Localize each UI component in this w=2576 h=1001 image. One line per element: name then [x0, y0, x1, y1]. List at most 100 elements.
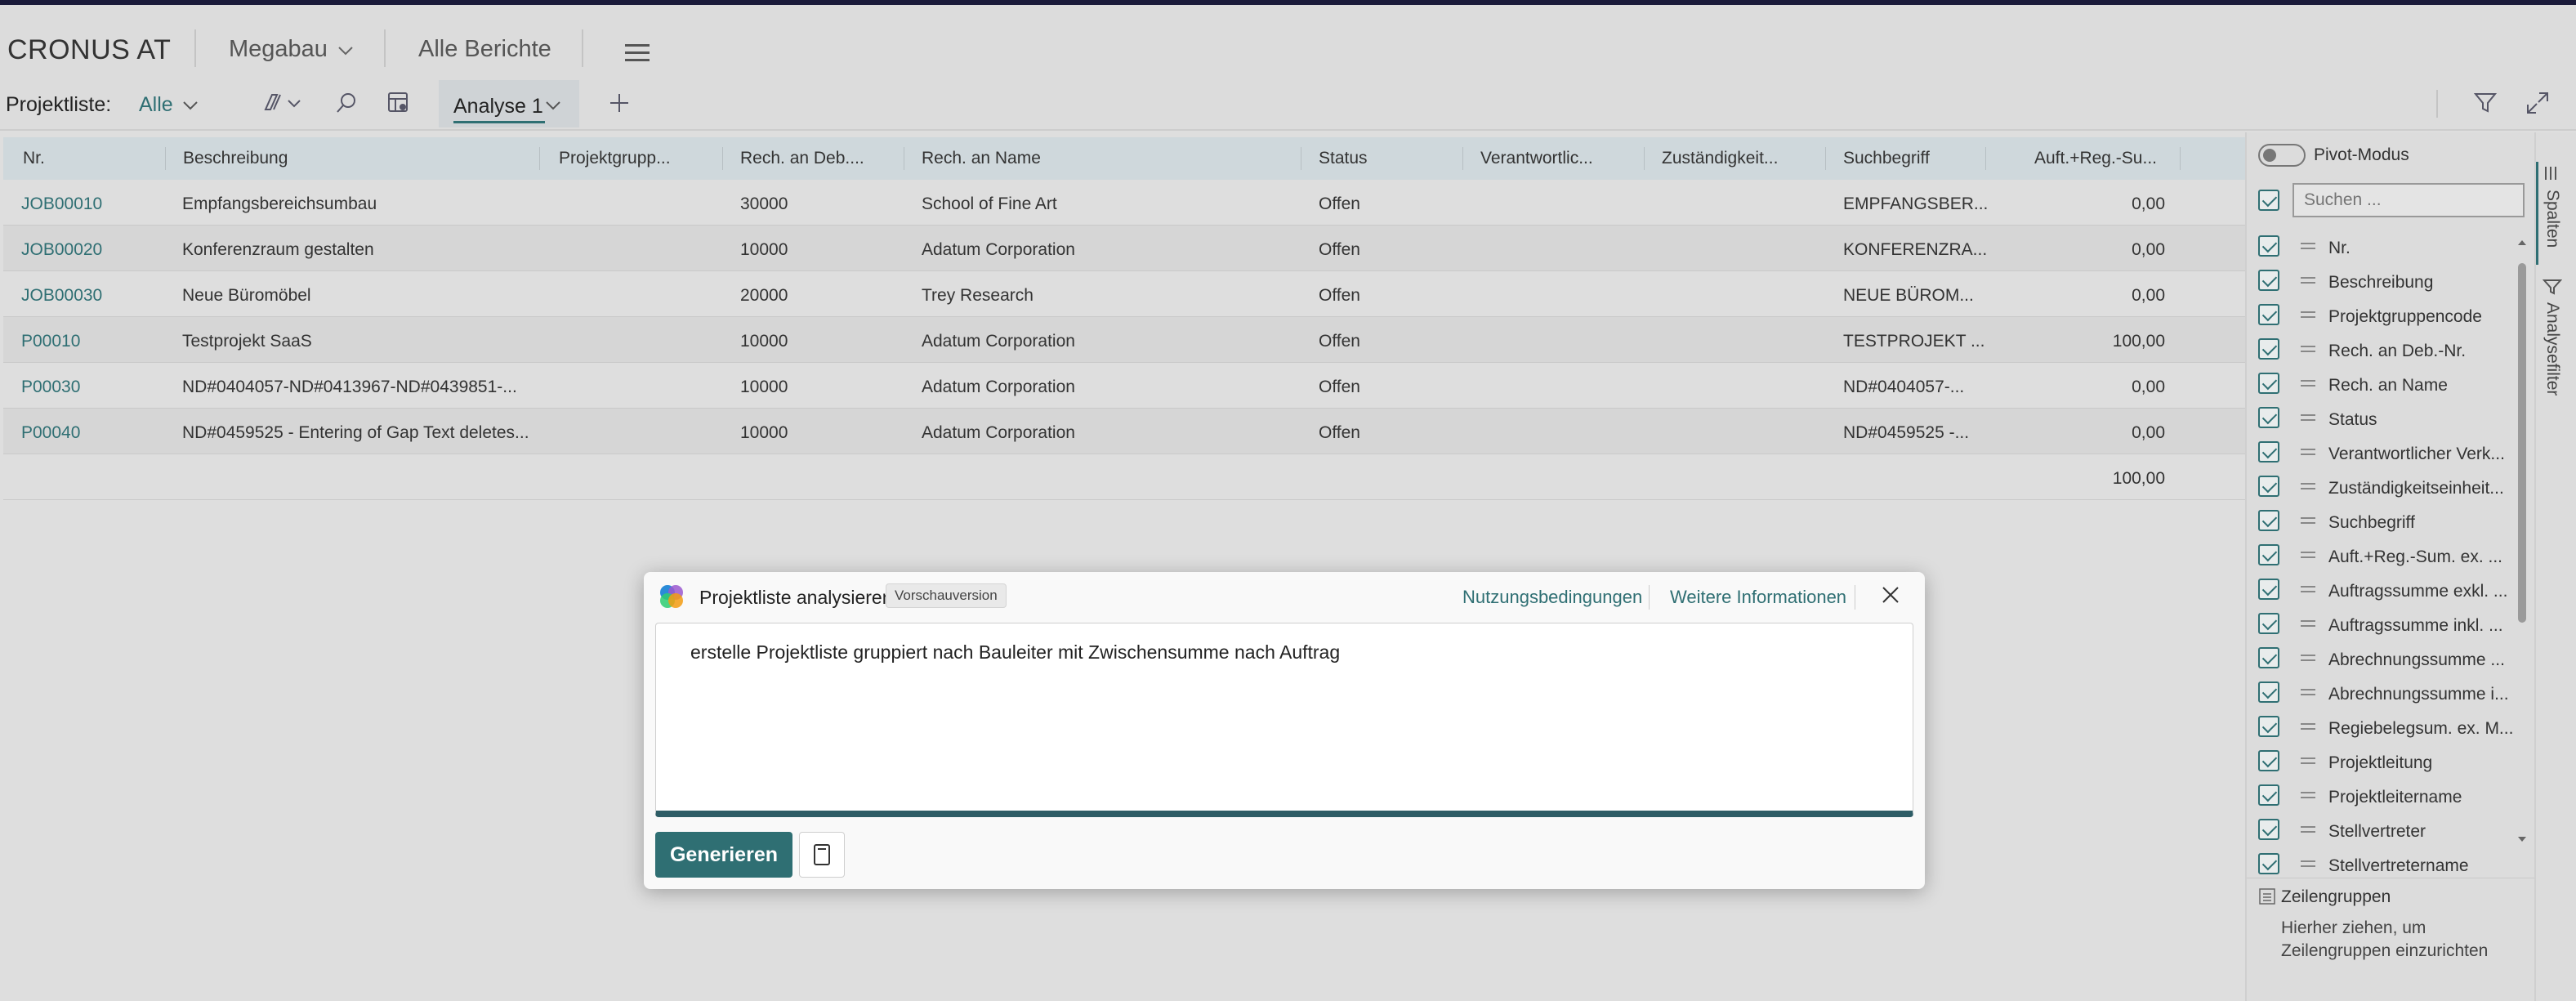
column-checkbox[interactable]	[2258, 270, 2279, 291]
terms-link[interactable]: Nutzungsbedingungen	[1462, 587, 1642, 608]
column-header[interactable]: Verantwortlic...	[1480, 149, 1593, 168]
drag-handle-icon[interactable]	[2301, 652, 2315, 664]
tab-columns[interactable]: Spalten	[2543, 165, 2562, 248]
project-no-link[interactable]: P00010	[21, 332, 80, 351]
drag-handle-icon[interactable]	[2301, 275, 2315, 286]
role-center-menu[interactable]: Megabau	[229, 36, 354, 63]
drag-handle-icon[interactable]	[2301, 824, 2315, 835]
column-item[interactable]: Abrechnungssumme i...	[2255, 677, 2525, 709]
column-checkbox[interactable]	[2258, 235, 2279, 257]
column-header[interactable]: Beschreibung	[183, 149, 288, 168]
drag-handle-icon[interactable]	[2301, 755, 2315, 766]
column-item[interactable]: Auftragssumme exkl. ...	[2255, 574, 2525, 606]
column-checkbox[interactable]	[2258, 476, 2279, 497]
column-item[interactable]: Projektleitung	[2255, 745, 2525, 778]
column-item[interactable]: Projektgruppencode	[2255, 299, 2525, 332]
column-checkbox[interactable]	[2258, 853, 2279, 874]
table-row[interactable]: JOB00010 Empfangsbereichsumbau 30000 Sch…	[3, 180, 2245, 226]
column-item[interactable]: Rech. an Deb.-Nr.	[2255, 333, 2525, 366]
column-divider[interactable]	[1462, 147, 1463, 170]
column-checkbox[interactable]	[2258, 510, 2279, 531]
column-checkbox[interactable]	[2258, 750, 2279, 771]
column-item[interactable]: Nr.	[2255, 230, 2525, 263]
column-checkbox[interactable]	[2258, 681, 2279, 703]
drag-handle-icon[interactable]	[2301, 446, 2315, 458]
project-no-link[interactable]: JOB00010	[21, 194, 102, 214]
project-no-link[interactable]: P00040	[21, 423, 80, 443]
scroll-down-icon[interactable]	[2518, 835, 2526, 843]
column-item[interactable]: Suchbegriff	[2255, 505, 2525, 538]
column-divider[interactable]	[1985, 147, 1986, 170]
drag-handle-icon[interactable]	[2301, 309, 2315, 320]
tab-analyse-1[interactable]: Analyse 1	[439, 80, 579, 127]
column-header[interactable]: Rech. an Name	[922, 149, 1041, 168]
column-item[interactable]: Projektleitername	[2255, 780, 2525, 812]
scroll-up-icon[interactable]	[2518, 239, 2526, 247]
project-no-link[interactable]: JOB00030	[21, 286, 102, 306]
table-row[interactable]: JOB00030 Neue Büromöbel 20000 Trey Resea…	[3, 271, 2245, 317]
column-checkbox[interactable]	[2258, 613, 2279, 634]
table-row[interactable]: JOB00020 Konferenzraum gestalten 10000 A…	[3, 226, 2245, 271]
column-header[interactable]: Auft.+Reg.-Su...	[2034, 149, 2157, 168]
analysis-mode-button[interactable]	[382, 87, 415, 119]
column-item[interactable]: Beschreibung	[2255, 265, 2525, 297]
expand-button[interactable]	[2521, 87, 2554, 119]
add-tab-button[interactable]	[603, 87, 636, 119]
column-divider[interactable]	[539, 147, 540, 170]
generate-button[interactable]: Generieren	[655, 832, 792, 878]
column-item[interactable]: Auftragssumme inkl. ...	[2255, 608, 2525, 641]
column-checkbox[interactable]	[2258, 407, 2279, 428]
view-filter-dropdown[interactable]: Alle	[139, 93, 199, 117]
drag-handle-icon[interactable]	[2301, 618, 2315, 629]
column-search-input[interactable]	[2294, 185, 2523, 216]
column-divider[interactable]	[1825, 147, 1826, 170]
drag-handle-icon[interactable]	[2301, 412, 2315, 423]
prompt-textarea[interactable]: erstelle Projektliste gruppiert nach Bau…	[655, 623, 1913, 817]
column-checkbox[interactable]	[2258, 304, 2279, 325]
column-item[interactable]: Stellvertretername	[2255, 848, 2525, 881]
column-checkbox[interactable]	[2258, 579, 2279, 600]
column-checkbox[interactable]	[2258, 441, 2279, 463]
drag-handle-icon[interactable]	[2301, 858, 2315, 869]
column-checkbox[interactable]	[2258, 338, 2279, 360]
table-row[interactable]: P00010 Testprojekt SaaS 10000 Adatum Cor…	[3, 317, 2245, 363]
project-no-link[interactable]: JOB00020	[21, 240, 102, 260]
column-header[interactable]: Rech. an Deb....	[740, 149, 864, 168]
column-item[interactable]: Zuständigkeitseinheit...	[2255, 471, 2525, 503]
column-checkbox[interactable]	[2258, 544, 2279, 565]
column-divider[interactable]	[1644, 147, 1645, 170]
column-checkbox[interactable]	[2258, 373, 2279, 394]
table-row[interactable]: P00030 ND#0404057-ND#0413967-ND#0439851-…	[3, 363, 2245, 409]
drag-handle-icon[interactable]	[2301, 343, 2315, 355]
company-name[interactable]: CRONUS AT	[7, 34, 171, 66]
drag-handle-icon[interactable]	[2301, 515, 2315, 526]
column-item[interactable]: Rech. an Name	[2255, 368, 2525, 400]
filter-button[interactable]	[2469, 87, 2502, 119]
column-item[interactable]: Abrechnungssumme ...	[2255, 642, 2525, 675]
drag-handle-icon[interactable]	[2301, 789, 2315, 801]
column-header[interactable]: Status	[1319, 149, 1368, 168]
copilot-actions-button[interactable]	[255, 87, 307, 119]
chevron-down-icon[interactable]	[545, 100, 561, 111]
drag-handle-icon[interactable]	[2301, 378, 2315, 389]
column-checkbox[interactable]	[2258, 819, 2279, 840]
pivot-mode-toggle[interactable]	[2258, 144, 2306, 167]
drag-handle-icon[interactable]	[2301, 480, 2315, 492]
more-info-link[interactable]: Weitere Informationen	[1670, 587, 1846, 608]
column-checkbox[interactable]	[2258, 647, 2279, 668]
table-row[interactable]: P00040 ND#0459525 - Entering of Gap Text…	[3, 409, 2245, 454]
drag-handle-icon[interactable]	[2301, 240, 2315, 252]
column-divider[interactable]	[722, 147, 723, 170]
drag-handle-icon[interactable]	[2301, 721, 2315, 732]
project-no-link[interactable]: P00030	[21, 378, 80, 397]
hamburger-menu-icon[interactable]	[625, 44, 650, 66]
column-checkbox[interactable]	[2258, 784, 2279, 806]
column-list-scrollbar[interactable]	[2518, 239, 2526, 843]
prompt-guide-button[interactable]	[799, 832, 845, 878]
column-item[interactable]: Stellvertreter	[2255, 814, 2525, 847]
search-button[interactable]	[330, 87, 363, 119]
column-item[interactable]: Auft.+Reg.-Sum. ex. ...	[2255, 539, 2525, 572]
tab-analysis-filters[interactable]: Analysefilter	[2542, 278, 2563, 395]
select-all-checkbox[interactable]	[2258, 190, 2279, 211]
column-divider[interactable]	[2180, 147, 2181, 170]
